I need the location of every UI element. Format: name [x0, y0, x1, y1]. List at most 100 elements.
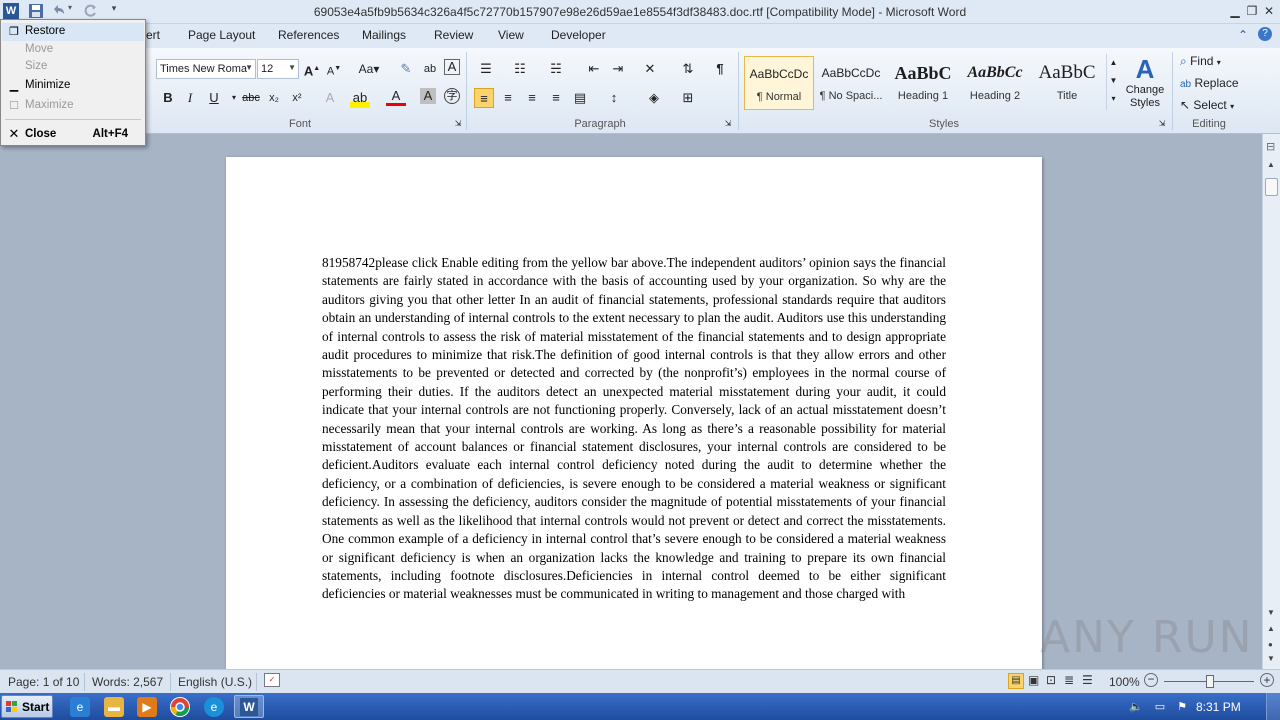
select-icon: ↖: [1180, 98, 1191, 112]
volume-icon[interactable]: 🔈: [1126, 697, 1146, 717]
decrease-indent-icon[interactable]: ⇤: [584, 59, 604, 79]
highlight-icon[interactable]: ab: [350, 88, 370, 108]
clear-formatting-icon[interactable]: ✎: [396, 59, 416, 79]
show-desktop-button[interactable]: [1266, 693, 1280, 720]
folder-icon[interactable]: ▬: [104, 697, 124, 717]
character-border-icon[interactable]: A: [444, 59, 460, 75]
scroll-thumb[interactable]: [1265, 178, 1278, 196]
tab-developer[interactable]: Developer: [551, 28, 606, 42]
enclose-characters-icon[interactable]: 字: [444, 88, 460, 104]
asian-layout-icon[interactable]: ✕: [640, 59, 660, 79]
document-page[interactable]: 81958742please click Enable editing from…: [226, 157, 1042, 669]
italic-button[interactable]: I: [180, 88, 200, 108]
zoom-out-icon[interactable]: −: [1144, 673, 1158, 687]
distributed-button[interactable]: ▤: [570, 88, 590, 108]
chrome-icon[interactable]: [170, 697, 190, 717]
menu-item-minimize[interactable]: ▁ Minimize: [2, 77, 144, 95]
style-title[interactable]: AaBbC Title: [1032, 56, 1102, 110]
language[interactable]: English (U.S.): [178, 675, 252, 689]
minimize-window-button[interactable]: ▁: [1226, 2, 1244, 20]
zoom-level[interactable]: 100%: [1109, 675, 1140, 689]
style-normal[interactable]: AaBbCcDc ¶ Normal: [744, 56, 814, 110]
shading-icon[interactable]: ◈: [644, 88, 664, 108]
select-button[interactable]: ↖ Select ▾: [1180, 98, 1234, 112]
zoom-slider-thumb[interactable]: [1206, 675, 1214, 688]
network-icon[interactable]: ▭: [1150, 697, 1170, 717]
align-right-button[interactable]: ≡: [522, 88, 542, 108]
security-icon[interactable]: ⚑: [1172, 697, 1192, 717]
restore-window-button[interactable]: ❐: [1243, 2, 1261, 20]
internet-explorer-icon[interactable]: e: [70, 697, 90, 717]
bold-button[interactable]: B: [158, 88, 178, 108]
scroll-down-icon[interactable]: ▼: [1267, 608, 1275, 617]
print-layout-icon[interactable]: ▤: [1008, 673, 1024, 689]
document-area[interactable]: 81958742please click Enable editing from…: [0, 134, 1262, 669]
scroll-up-icon[interactable]: ▲: [1267, 160, 1275, 169]
dialog-launcher-icon[interactable]: ⇲: [1156, 118, 1168, 130]
edge-icon[interactable]: e: [204, 697, 224, 717]
clock[interactable]: 8:31 PM: [1196, 700, 1241, 714]
strikethrough-button[interactable]: abc: [240, 88, 262, 108]
full-screen-reading-icon[interactable]: ▣: [1028, 673, 1039, 687]
start-button[interactable]: Start: [1, 695, 53, 718]
character-shading-icon[interactable]: A: [420, 88, 436, 104]
dialog-launcher-icon[interactable]: ⇲: [452, 118, 464, 130]
tab-review[interactable]: Review: [434, 28, 473, 42]
tab-mailings[interactable]: Mailings: [362, 28, 406, 42]
document-body-text[interactable]: 81958742please click Enable editing from…: [322, 254, 946, 604]
subscript-button[interactable]: x₂: [264, 88, 284, 108]
grow-font-icon[interactable]: A▲: [302, 59, 322, 79]
style-heading-1[interactable]: AaBbC Heading 1: [888, 56, 958, 110]
word-count[interactable]: Words: 2,567: [92, 675, 163, 689]
dialog-launcher-icon[interactable]: ⇲: [722, 118, 734, 130]
font-size-combo[interactable]: 12 ▼: [257, 59, 299, 79]
browse-object-icon[interactable]: ●: [1268, 640, 1273, 649]
change-case-icon[interactable]: Aa▾: [356, 59, 382, 79]
tab-references[interactable]: References: [278, 28, 339, 42]
increase-indent-icon[interactable]: ⇥: [608, 59, 628, 79]
menu-item-restore[interactable]: ❐ Restore: [2, 23, 144, 41]
sort-icon[interactable]: ⇅: [678, 59, 698, 79]
align-center-button[interactable]: ≡: [498, 88, 518, 108]
borders-icon[interactable]: ⊞: [678, 88, 698, 108]
numbering-icon[interactable]: ☷: [510, 59, 530, 79]
close-window-button[interactable]: ✕: [1260, 2, 1278, 20]
font-name-combo[interactable]: Times New Roma ▼: [156, 59, 256, 79]
find-button[interactable]: ⌕ Find ▾: [1180, 54, 1221, 69]
justify-button[interactable]: ≡: [546, 88, 566, 108]
next-page-icon[interactable]: ▼: [1267, 654, 1275, 663]
styles-scroll-icon[interactable]: ▲ ▼ ▾: [1106, 54, 1120, 110]
help-icon[interactable]: ?: [1258, 27, 1272, 41]
ruler-toggle-icon[interactable]: ⊟: [1266, 140, 1275, 153]
multilevel-list-icon[interactable]: ☵: [546, 59, 566, 79]
font-color-icon[interactable]: A: [386, 88, 406, 106]
line-spacing-icon[interactable]: ↕: [604, 88, 624, 108]
previous-page-icon[interactable]: ▲: [1267, 624, 1275, 633]
media-player-icon[interactable]: ▶: [137, 697, 157, 717]
tab-view[interactable]: View: [498, 28, 524, 42]
text-effects-icon[interactable]: A: [320, 88, 340, 108]
vertical-scrollbar[interactable]: ⊟ ▲ ▼ ▲ ● ▼: [1262, 134, 1280, 669]
draft-icon[interactable]: ☰: [1082, 673, 1093, 687]
phonetic-guide-icon[interactable]: ab: [420, 59, 440, 79]
change-styles-button[interactable]: A Change Styles: [1124, 54, 1166, 116]
align-left-button[interactable]: ≡: [474, 88, 494, 108]
tab-insert[interactable]: ert: [146, 28, 160, 42]
style-no-spacing[interactable]: AaBbCcDc ¶ No Spaci...: [816, 56, 886, 110]
show-formatting-icon[interactable]: ¶: [710, 59, 730, 79]
zoom-in-icon[interactable]: +: [1260, 673, 1274, 687]
menu-item-close[interactable]: ✕ Close Alt+F4: [2, 126, 144, 144]
outline-icon[interactable]: ≣: [1064, 673, 1074, 687]
proofing-icon[interactable]: ✓: [264, 673, 280, 687]
replace-button[interactable]: ab Replace: [1180, 76, 1239, 90]
web-layout-icon[interactable]: ⊡: [1046, 673, 1056, 687]
underline-button[interactable]: U: [204, 88, 224, 108]
page-count[interactable]: Page: 1 of 10: [8, 675, 79, 689]
shrink-font-icon[interactable]: A▼: [324, 59, 344, 79]
ribbon-minimize-icon[interactable]: ⌃: [1238, 28, 1248, 42]
superscript-button[interactable]: x²: [287, 88, 307, 108]
taskbar-word-button[interactable]: W: [234, 695, 264, 718]
style-heading-2[interactable]: AaBbCc Heading 2: [960, 56, 1030, 110]
bullets-icon[interactable]: ☰: [476, 59, 496, 79]
tab-page-layout[interactable]: Page Layout: [188, 28, 255, 42]
